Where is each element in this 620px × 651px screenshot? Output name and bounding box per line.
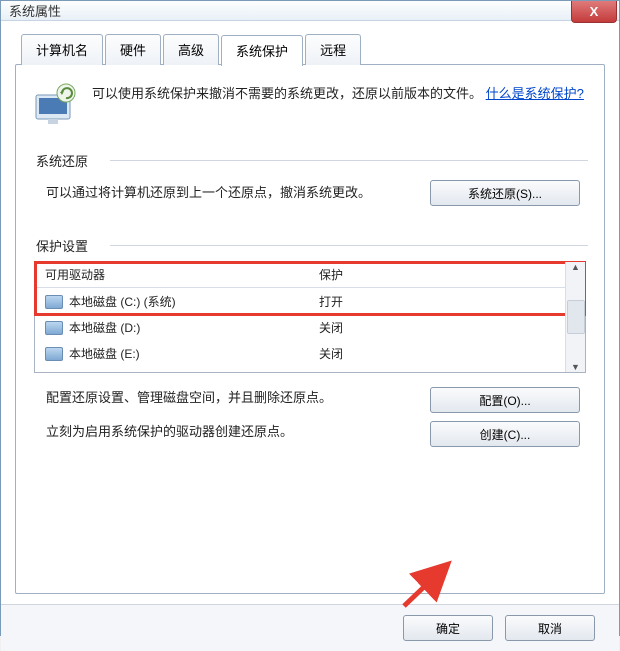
drive-icon <box>45 295 63 309</box>
arrow-annotation-icon <box>398 560 458 610</box>
tab-container: 计算机名 硬件 高级 系统保护 远程 <box>15 33 605 594</box>
close-icon: X <box>590 4 599 19</box>
tab-system-protection[interactable]: 系统保护 <box>221 35 303 66</box>
intro-section: 可以使用系统保护来撤消不需要的系统更改，还原以前版本的文件。 什么是系统保护? <box>32 83 588 127</box>
column-drive: 可用驱动器 <box>35 266 315 283</box>
group-label-restore: 系统还原 <box>32 151 92 170</box>
ok-button[interactable]: 确定 <box>403 615 493 641</box>
system-restore-button[interactable]: 系统还原(S)... <box>430 180 580 206</box>
system-protection-icon <box>32 83 80 127</box>
system-properties-window: 系统属性 X 计算机名 硬件 高级 系统保护 远程 <box>0 0 620 636</box>
scroll-up-icon[interactable]: ▲ <box>567 262 585 272</box>
configure-button[interactable]: 配置(O)... <box>430 387 580 413</box>
tab-panel: 可以使用系统保护来撤消不需要的系统更改，还原以前版本的文件。 什么是系统保护? … <box>15 64 605 594</box>
window-title: 系统属性 <box>9 1 61 20</box>
group-label-protection: 保护设置 <box>32 236 92 255</box>
create-button[interactable]: 创建(C)... <box>430 421 580 447</box>
close-button[interactable]: X <box>571 1 617 23</box>
tab-computer-name[interactable]: 计算机名 <box>21 34 103 65</box>
drive-icon <box>45 347 63 361</box>
drive-list-header: 可用驱动器 保护 <box>35 262 585 288</box>
scrollbar[interactable]: ▲ ▼ <box>565 262 585 372</box>
tab-hardware[interactable]: 硬件 <box>105 34 161 65</box>
create-description: 立刻为启用系统保护的驱动器创建还原点。 <box>46 421 410 443</box>
scroll-down-icon[interactable]: ▼ <box>567 362 585 372</box>
what-is-system-protection-link[interactable]: 什么是系统保护? <box>486 86 584 101</box>
drive-row[interactable]: 本地磁盘 (C:) (系统) 打开 <box>35 288 585 314</box>
scroll-thumb[interactable] <box>567 300 585 334</box>
system-restore-group: 系统还原 可以通过将计算机还原到上一个还原点，撤消系统更改。 系统还原(S)..… <box>32 151 588 216</box>
column-status: 保护 <box>315 266 565 283</box>
drive-icon <box>45 321 63 335</box>
drive-list[interactable]: 可用驱动器 保护 本地磁盘 (C:) (系统) 打开 <box>34 261 586 373</box>
drive-row[interactable]: 本地磁盘 (D:) 关闭 <box>35 314 585 340</box>
tab-advanced[interactable]: 高级 <box>163 34 219 65</box>
restore-description: 可以通过将计算机还原到上一个还原点，撤消系统更改。 <box>46 182 410 204</box>
dialog-footer: 确定 取消 <box>1 604 619 651</box>
protection-settings-group: 保护设置 可用驱动器 保护 <box>32 236 588 447</box>
cancel-button[interactable]: 取消 <box>505 615 595 641</box>
drive-row[interactable]: 本地磁盘 (E:) 关闭 <box>35 340 585 366</box>
tab-remote[interactable]: 远程 <box>305 34 361 65</box>
titlebar: 系统属性 X <box>1 1 619 21</box>
intro-text: 可以使用系统保护来撤消不需要的系统更改，还原以前版本的文件。 什么是系统保护? <box>92 83 584 127</box>
configure-description: 配置还原设置、管理磁盘空间，并且删除还原点。 <box>46 387 410 409</box>
